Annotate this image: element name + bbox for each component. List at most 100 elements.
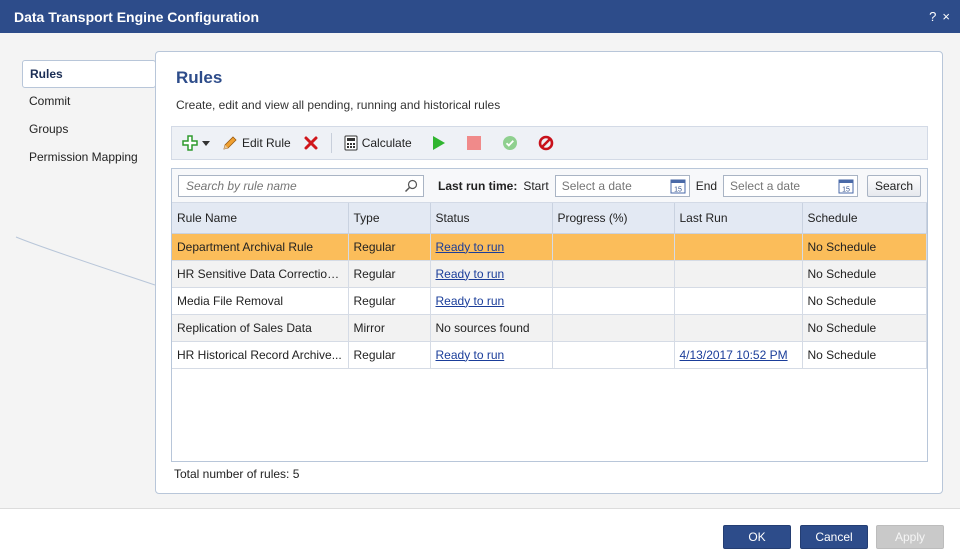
chevron-down-icon[interactable] [202,139,210,147]
cancel-rule-button[interactable] [534,130,558,156]
help-icon[interactable]: ? [929,9,936,24]
cell-last-run [674,287,803,315]
cell-status: Ready to run [430,341,553,369]
calendar-icon[interactable]: 15 [838,178,854,194]
status-link[interactable]: Ready to run [436,267,505,281]
column-header-progress[interactable]: Progress (%) [552,203,675,234]
cell-progress [552,314,675,342]
cell-rule-name: HR Historical Record Archive... [172,341,349,369]
edit-rule-label: Edit Rule [242,136,291,150]
column-header-rule-name[interactable]: Rule Name [172,203,349,234]
calendar-icon[interactable]: 15 [670,178,686,194]
table-row[interactable]: HR Historical Record Archive... Regular … [172,341,927,369]
rules-grid: Last run time: Start 15 End 15 Search [171,168,928,462]
column-header-last-run[interactable]: Last Run [674,203,803,234]
table-row[interactable]: Department Archival Rule Regular Ready t… [172,233,927,261]
end-date-field[interactable]: 15 [723,174,859,197]
cell-progress [552,287,675,315]
toolbar-separator [330,133,332,153]
check-circle-icon [502,135,518,151]
cell-last-run [674,233,803,261]
sidebar-item-label: Commit [29,94,71,108]
cancel-button[interactable]: Cancel [800,525,868,549]
rules-panel: Rules Create, edit and view all pending,… [155,51,943,494]
approve-rule-button[interactable] [498,130,522,156]
search-button[interactable]: Search [866,174,921,197]
cell-type: Regular [348,233,431,261]
window-title: Data Transport Engine Configuration [14,8,260,25]
sidebar-item-label: Rules [30,67,63,81]
start-date-input[interactable] [559,177,660,194]
add-rule-button[interactable] [178,130,214,156]
pencil-icon [222,135,238,151]
sidebar: Rules Commit Groups Permission Mapping [22,60,156,172]
cell-schedule: No Schedule [802,233,927,261]
cell-progress [552,233,675,261]
cell-type: Regular [348,287,431,315]
apply-button[interactable]: Apply [876,525,944,549]
search-icon[interactable] [404,179,418,193]
sidebar-item-commit[interactable]: Commit [22,88,156,116]
ok-button[interactable]: OK [723,525,791,549]
sidebar-item-rules[interactable]: Rules [22,60,156,88]
total-rules-count: Total number of rules: 5 [174,467,300,481]
cell-schedule: No Schedule [802,314,927,342]
cell-schedule: No Schedule [802,287,927,315]
table-row[interactable]: HR Sensitive Data Correction... Regular … [172,260,927,288]
search-field[interactable] [178,174,424,197]
cell-last-run: 4/13/2017 10:52 PM [674,341,803,369]
column-header-status[interactable]: Status [430,203,553,234]
status-link[interactable]: Ready to run [436,348,505,362]
sidebar-item-groups[interactable]: Groups [22,116,156,144]
page-subtitle: Create, edit and view all pending, runni… [176,98,501,112]
title-bar: Data Transport Engine Configuration ? × [0,0,960,33]
rules-table: Rule Name Type Status Progress (%) Last … [172,203,927,369]
close-icon[interactable]: × [942,9,950,24]
calculate-label: Calculate [361,136,412,150]
cell-schedule: No Schedule [802,260,927,288]
cell-rule-name: Replication of Sales Data [172,314,349,342]
cell-status: Ready to run [430,260,553,288]
cell-last-run [674,314,803,342]
page-title: Rules [176,68,223,87]
no-entry-icon [538,135,554,151]
delete-x-icon [303,135,319,151]
stop-icon [466,135,482,151]
end-date-input[interactable] [728,177,829,194]
sidebar-item-permission-mapping[interactable]: Permission Mapping [22,144,156,172]
cell-status: Ready to run [430,287,553,315]
status-link[interactable]: Ready to run [436,240,505,254]
column-header-type[interactable]: Type [348,203,431,234]
start-label: Start [523,178,549,193]
delete-rule-button[interactable] [299,130,323,156]
play-icon [430,135,446,151]
search-input[interactable] [184,177,394,194]
dialog-footer: OK Cancel Apply [0,508,960,557]
edit-rule-button[interactable]: Edit Rule [218,130,295,156]
calendar-day: 15 [674,186,682,193]
table-row[interactable]: Media File Removal Regular Ready to run … [172,287,927,315]
table-row[interactable]: Replication of Sales Data Mirror No sour… [172,314,927,342]
sidebar-item-label: Permission Mapping [29,150,138,164]
rules-toolbar: Edit Rule Calculate [171,126,928,160]
column-header-schedule[interactable]: Schedule [802,203,927,234]
start-date-field[interactable]: 15 [554,174,690,197]
cell-progress [552,260,675,288]
end-label: End [695,178,718,193]
cell-last-run [674,260,803,288]
table-header-row: Rule Name Type Status Progress (%) Last … [172,203,927,234]
cell-type: Regular [348,260,431,288]
add-plus-icon [182,135,198,151]
status-link[interactable]: Ready to run [436,294,505,308]
filter-bar: Last run time: Start 15 End 15 Search [172,169,927,203]
cell-type: Mirror [348,314,431,342]
window-controls: ? × [929,9,950,24]
calculator-icon [344,135,358,151]
stop-rule-button[interactable] [462,130,486,156]
calculate-button[interactable]: Calculate [340,130,416,156]
last-run-link[interactable]: 4/13/2017 10:52 PM [680,348,788,362]
cell-schedule: No Schedule [802,341,927,369]
cell-rule-name: Media File Removal [172,287,349,315]
cell-status: No sources found [430,314,553,342]
run-rule-button[interactable] [426,130,450,156]
